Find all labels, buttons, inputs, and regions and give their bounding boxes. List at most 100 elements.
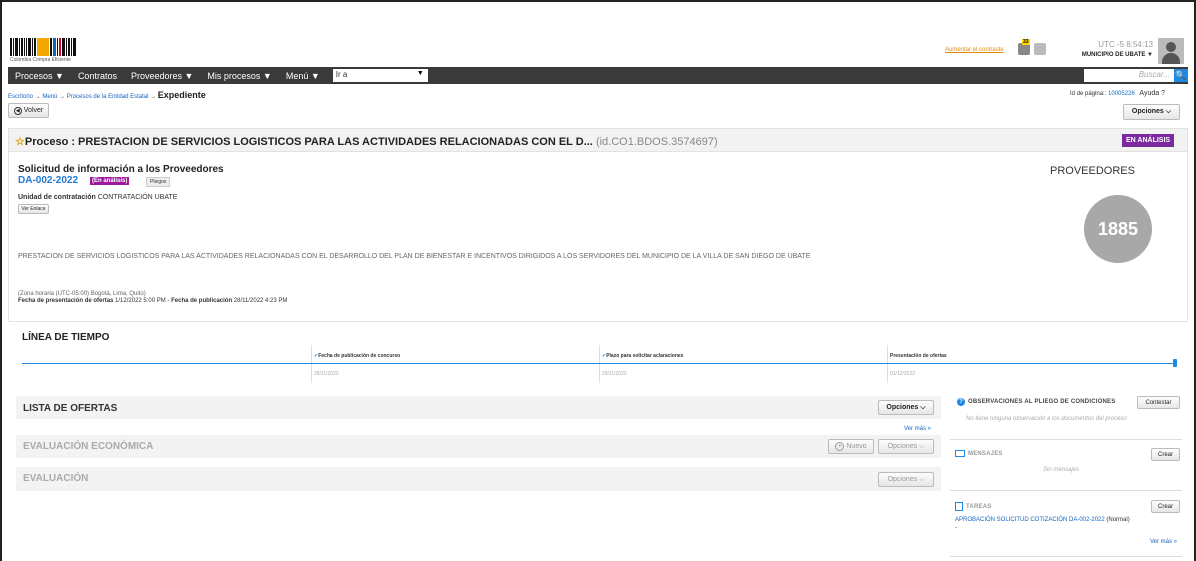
breadcrumb-separator: → — [59, 94, 66, 100]
publication-date-label: Fecha de publicación — [171, 298, 233, 304]
main-nav: Procesos ▼ Contratos Proveedores ▼ Mis p… — [8, 67, 1188, 84]
process-dates: Fecha de presentación de ofertas 1/12/20… — [18, 298, 288, 304]
timeline-event-label: ✓Plazo para solicitar aclaraciones — [602, 353, 684, 359]
tasks-title: TAREAS — [955, 502, 991, 511]
nav-contratos[interactable]: Contratos — [71, 71, 124, 81]
unit-label: Unidad de contratación — [18, 194, 96, 201]
publication-date: 28/11/2022 4:23 PM — [233, 298, 288, 304]
contracting-unit: Unidad de contratación CONTRATACIÓN UBAT… — [18, 194, 177, 201]
offers-title: LISTA DE OFERTAS — [23, 403, 118, 414]
page-content: Colombia Compra Eficiente Aumentar el co… — [8, 36, 1188, 561]
search-icon[interactable]: 🔍 — [1174, 69, 1188, 82]
mail-icon[interactable]: 33 — [1018, 39, 1030, 55]
offers-panel: LISTA DE OFERTAS Opciones ⌵ — [16, 396, 941, 419]
pliegos-tag[interactable]: Pliegos — [146, 177, 171, 187]
process-code[interactable]: DA-002-2022 — [18, 175, 78, 186]
offers-date-label: Fecha de presentación de ofertas — [18, 298, 114, 304]
offers-date: 1/12/2022 5:00 PM — [115, 298, 166, 304]
star-icon[interactable]: ☆ — [15, 136, 25, 148]
avatar[interactable] — [1158, 38, 1184, 64]
timeline-event-label: Presentación de ofertas — [890, 353, 947, 359]
timeline-event-date: 29/11/2022 — [602, 371, 627, 377]
breadcrumb-escritorio[interactable]: Escritorio — [8, 94, 33, 100]
goto-select[interactable]: Ir a ▼ — [332, 69, 428, 82]
logo[interactable]: Colombia Compra Eficiente — [10, 38, 90, 64]
timeline-event-date: 28/11/2022 — [314, 371, 339, 377]
search-input[interactable]: Buscar... — [1084, 69, 1174, 82]
entity-selector[interactable]: MUNICIPIO DE UBATE ▼ — [1073, 52, 1153, 58]
breadcrumb-procesos[interactable]: Procesos de la Entidad Estatal — [67, 94, 149, 100]
nav-menu[interactable]: Menú ▼ — [279, 71, 327, 81]
timeline-event-label: ✓Fecha de publicación de concurso — [314, 353, 401, 359]
create-task-button[interactable]: Crear — [1151, 500, 1180, 513]
breadcrumb-separator: → — [34, 94, 41, 100]
nav-procesos[interactable]: Procesos ▼ — [8, 71, 71, 81]
back-label: Volver — [23, 107, 44, 114]
logo-barcode — [10, 38, 90, 56]
folder-icon[interactable] — [1034, 43, 1046, 55]
unit-value: CONTRATACIÓN UBATE — [97, 194, 178, 201]
mail-count-badge: 33 — [1022, 39, 1030, 45]
observations-title: ? OBSERVACIONES AL PLIEGO DE CONDICIONES — [957, 398, 1115, 406]
help-link[interactable]: Ayuda ? — [1139, 90, 1165, 97]
economic-options-button[interactable]: Opciones ⌵ — [878, 439, 934, 454]
task-link[interactable]: APROBACIÓN SOLICITUD COTIZACIÓN DA-002-2… — [955, 517, 1105, 523]
options-button[interactable]: Opciones ⌵ — [1123, 104, 1180, 120]
economic-evaluation-title: EVALUACIÓN ECONÓMICA — [23, 441, 154, 452]
back-button[interactable]: ◀ Volver — [8, 103, 49, 118]
timeline-tick — [599, 345, 600, 383]
contrast-link[interactable]: Aumentar el contraste — [945, 47, 1004, 53]
offers-see-more-link[interactable]: Ver más » — [904, 426, 931, 432]
divider — [950, 490, 1182, 491]
evaluation-options-button[interactable]: Opciones ⌵ — [878, 472, 934, 487]
tasks-see-more-link[interactable]: Ver más » — [1150, 539, 1177, 545]
clipboard-icon — [955, 502, 963, 511]
header-icons: 33 — [1018, 39, 1046, 55]
new-button[interactable]: + Nuevo — [828, 439, 874, 454]
page-id-label: Id de página:: — [1070, 91, 1109, 97]
providers-label: PROVEEDORES — [1050, 165, 1135, 177]
providers-count[interactable]: 1885 — [1084, 195, 1152, 263]
create-message-button[interactable]: Crear — [1151, 448, 1180, 461]
offers-options-button[interactable]: Opciones ⌵ — [878, 400, 934, 415]
task-item[interactable]: APROBACIÓN SOLICITUD COTIZACIÓN DA-002-2… — [955, 517, 1130, 523]
plus-circle-icon: + — [835, 442, 845, 451]
process-header: ☆Proceso : PRESTACION DE SERVICIOS LOGIS… — [8, 128, 1188, 152]
chevron-down-icon: ▼ — [416, 70, 424, 77]
process-title: ☆Proceso : PRESTACION DE SERVICIOS LOGIS… — [15, 135, 718, 148]
mail-icon — [955, 450, 965, 457]
evaluation-title: EVALUACIÓN — [23, 473, 89, 484]
process-status-tag: (En análisis) — [90, 177, 130, 185]
page-id-value: 10005226 — [1108, 91, 1135, 97]
breadcrumb-current: Expediente — [157, 90, 206, 100]
timeline-event-date: 01/12/2022 — [890, 371, 916, 377]
clock: UTC -5 8:54:13 — [1098, 40, 1153, 49]
process-title-text: Proceso : PRESTACION DE SERVICIOS LOGIST… — [24, 136, 593, 148]
session-info: UTC -5 8:54:13 MUNICIPIO DE UBATE ▼ — [1073, 40, 1153, 58]
timeline-tick — [311, 345, 312, 383]
timeline-title: LÍNEA DE TIEMPO — [22, 332, 110, 343]
new-label: Nuevo — [846, 443, 867, 450]
divider — [950, 439, 1182, 440]
timezone: (Zona horaria (UTC-05:00) Bogotá, Lima, … — [18, 291, 146, 297]
goto-label: Ir a — [335, 70, 348, 79]
back-arrow-icon: ◀ — [13, 106, 22, 115]
messages-title: MENSAJES — [955, 450, 1003, 457]
breadcrumb: Escritorio → Menú → Procesos de la Entid… — [8, 90, 206, 100]
task-priority: (Normal) — [1106, 517, 1130, 523]
view-link-button[interactable]: Ver Enlace — [18, 204, 49, 214]
request-title: Solicitud de información a los Proveedor… — [18, 164, 224, 175]
answer-button[interactable]: Contestar — [1137, 396, 1180, 409]
page-id: Id de página:: 10005226 Ayuda ? — [1070, 90, 1165, 97]
breadcrumb-separator: → — [150, 94, 157, 100]
task-dash: - — [955, 525, 957, 531]
nav-proveedores[interactable]: Proveedores ▼ — [124, 71, 200, 81]
nav-mis-procesos[interactable]: Mis procesos ▼ — [200, 71, 278, 81]
process-detail: Solicitud de información a los Proveedor… — [8, 152, 1188, 322]
messages-empty: Sin mensajes — [1043, 467, 1080, 473]
breadcrumb-menu[interactable]: Menú — [42, 94, 57, 100]
status-badge: EN ANÁLISIS — [1122, 134, 1175, 147]
process-description: PRESTACION DE SERVICIOS LOGISTICOS PARA … — [18, 253, 811, 260]
top-header: Colombia Compra Eficiente Aumentar el co… — [8, 36, 1188, 66]
question-icon: ? — [957, 398, 965, 406]
